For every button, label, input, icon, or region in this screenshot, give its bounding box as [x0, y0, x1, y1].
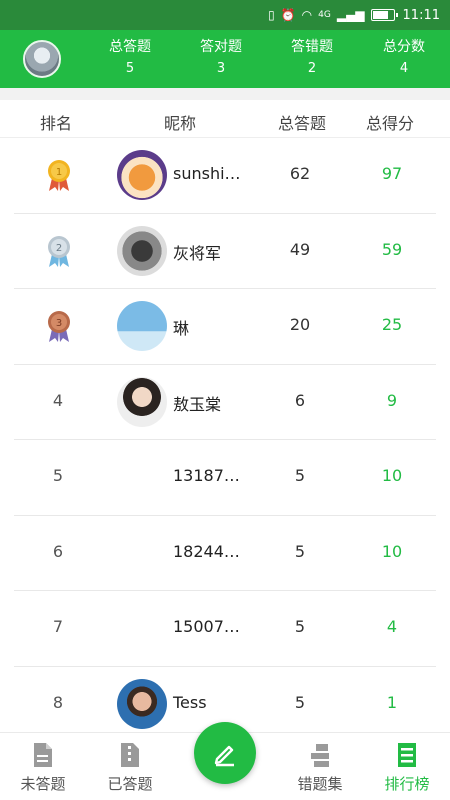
- stat-value: 5: [125, 61, 135, 76]
- leaderboard-row[interactable]: 7 15007… 5 4: [0, 591, 450, 667]
- stat-label: 答错题: [291, 39, 333, 55]
- rank-number: 7: [52, 617, 64, 636]
- horse-rider-avatar[interactable]: [117, 225, 167, 276]
- tab-label: 未答题: [20, 775, 66, 793]
- zip-document-icon: [121, 743, 139, 767]
- nickname: 敖玉棠: [173, 394, 222, 414]
- leaderboard-row[interactable]: 5 13187… 5 10: [0, 440, 450, 516]
- wifi-icon: ◠: [301, 8, 313, 22]
- clock: 11:11: [402, 7, 440, 23]
- total-score: 59: [381, 239, 403, 259]
- pencil-icon: [214, 745, 234, 767]
- total-questions: 5: [294, 541, 306, 561]
- total-score: 4: [386, 617, 398, 636]
- rank-number: 5: [52, 466, 64, 485]
- tab-label: 已答题: [107, 775, 153, 793]
- nickname: sunshi…: [173, 164, 241, 183]
- total-score: 10: [381, 466, 403, 485]
- signal-icon: ▂▄▆: [336, 8, 365, 22]
- total-score: 10: [381, 541, 403, 561]
- stat-value: 3: [216, 61, 226, 76]
- nickname: 13187…: [173, 466, 240, 485]
- total-questions: 5: [294, 692, 306, 712]
- total-questions: 20: [289, 315, 311, 334]
- total-questions: 5: [294, 466, 306, 485]
- girl-avatar[interactable]: [117, 376, 167, 427]
- stat-value: 4: [399, 61, 409, 76]
- status-bar: ▯ ⏰ ◠ 4G ▂▄▆ 11:11: [0, 0, 450, 30]
- silver-medal-icon: 2: [48, 235, 70, 267]
- write-button[interactable]: [194, 722, 256, 784]
- stat-label: 总答题: [109, 39, 151, 55]
- document-icon: [34, 743, 52, 767]
- nickname: 灰将军: [173, 243, 222, 263]
- total-questions: 62: [289, 164, 311, 183]
- leaderboard-row[interactable]: 2 灰将军 49 59: [0, 214, 450, 289]
- stat-correct: 答对题 3: [181, 36, 261, 80]
- tab-label: 排行榜: [384, 775, 430, 793]
- stat-wrong: 答错题 2: [272, 36, 352, 80]
- stat-value: 2: [307, 61, 317, 76]
- network-label: 4G: [318, 10, 331, 20]
- leaderboard-header: 排名 昵称 总答题 总得分: [0, 100, 450, 138]
- rank-number: 8: [52, 692, 64, 712]
- rank-number: 4: [52, 390, 64, 410]
- tab-answered[interactable]: 已答题: [90, 741, 170, 794]
- sky-avatar[interactable]: [117, 301, 167, 351]
- gold-medal-icon: 1: [48, 160, 70, 191]
- nickname: 15007…: [173, 617, 240, 636]
- leaderboard-row[interactable]: 4 敖玉棠 6 9: [0, 365, 450, 440]
- total-questions: 49: [289, 239, 311, 259]
- total-questions: 6: [294, 390, 306, 410]
- nickname: Tess: [173, 692, 207, 712]
- alarm-icon: ⏰: [280, 8, 296, 22]
- tab-label: 错题集: [297, 775, 343, 793]
- stat-total-score: 总分数 4: [364, 36, 444, 80]
- svg-text:1: 1: [56, 167, 62, 178]
- fox-avatar[interactable]: [117, 150, 167, 200]
- wrong-set-icon: [311, 744, 329, 767]
- tab-wrong-set[interactable]: 错题集: [280, 741, 360, 794]
- leaderboard-icon: [398, 743, 416, 767]
- section-gap: [0, 88, 450, 100]
- my-avatar[interactable]: [23, 40, 61, 78]
- total-score: 97: [381, 164, 403, 183]
- svg-text:2: 2: [56, 243, 62, 254]
- tab-leaderboard[interactable]: 排行榜: [367, 741, 447, 794]
- status-icons: ▯ ⏰ ◠ 4G ▂▄▆: [268, 8, 398, 22]
- nickname: 琳: [173, 319, 190, 338]
- stat-label: 答对题: [200, 39, 242, 55]
- vibrate-icon: ▯: [268, 8, 275, 22]
- leaderboard-row[interactable]: 1 sunshi… 62 97: [0, 138, 450, 214]
- leaderboard-list: 1 sunshi… 62 97 2 灰将军 49 59 3 琳 20 25 4 …: [0, 138, 450, 742]
- col-nickname: 昵称: [164, 114, 197, 133]
- leaderboard-row[interactable]: 3 琳 20 25: [0, 289, 450, 365]
- tab-unanswered[interactable]: 未答题: [3, 741, 83, 794]
- stats-header: 总答题 5 答对题 3 答错题 2 总分数 4: [0, 30, 450, 88]
- col-total-score: 总得分: [366, 114, 415, 133]
- stat-total-answered: 总答题 5: [90, 36, 170, 80]
- battery-icon: [370, 9, 398, 21]
- stat-label: 总分数: [383, 39, 425, 55]
- col-rank: 排名: [40, 114, 73, 133]
- total-score: 25: [381, 315, 403, 334]
- rank-number: 6: [52, 541, 64, 561]
- tess-avatar[interactable]: [117, 678, 167, 729]
- col-total-questions: 总答题: [278, 114, 327, 133]
- leaderboard-row[interactable]: 6 18244… 5 10: [0, 516, 450, 591]
- total-questions: 5: [294, 617, 306, 636]
- bronze-medal-icon: 3: [48, 311, 70, 342]
- svg-text:3: 3: [56, 318, 62, 329]
- nickname: 18244…: [173, 541, 240, 561]
- total-score: 1: [386, 692, 398, 712]
- total-score: 9: [386, 390, 398, 410]
